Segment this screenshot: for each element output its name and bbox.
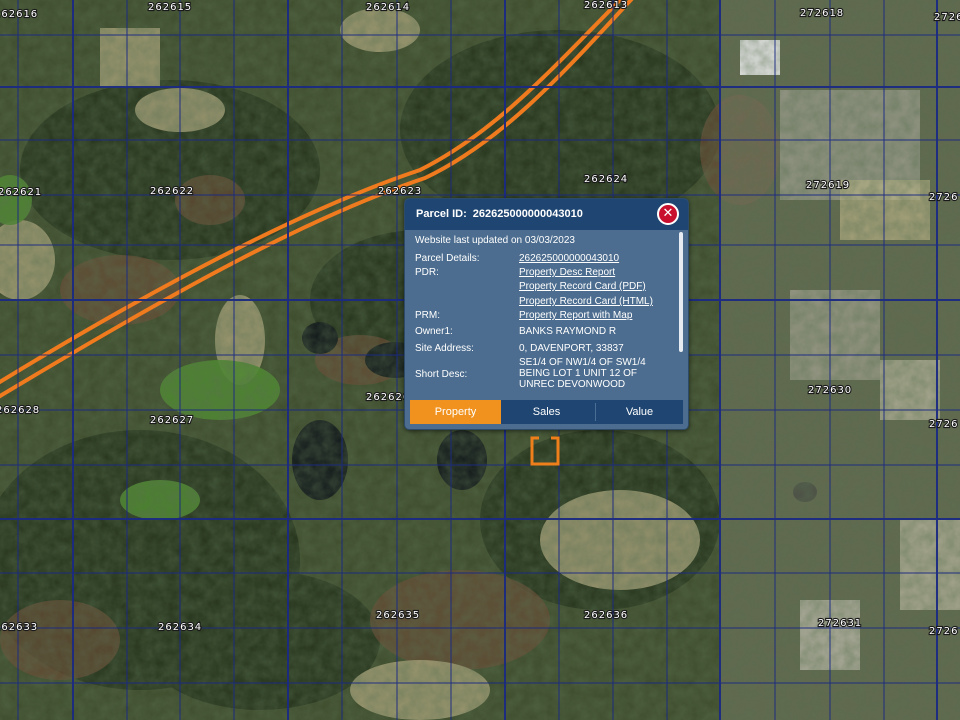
tab-property[interactable]: Property: [410, 400, 501, 424]
property-report-map-link[interactable]: Property Report with Map: [519, 310, 632, 321]
parcel-label: 2726: [929, 192, 958, 203]
popup-scrollbar[interactable]: [679, 232, 683, 352]
parcel-details-link[interactable]: 262625000000043010: [519, 253, 619, 264]
prm-label: PRM:: [415, 310, 440, 321]
pdr-label: PDR:: [415, 267, 439, 278]
parcel-label: 262616: [0, 9, 38, 20]
owner-value: BANKS RAYMOND R: [519, 326, 617, 337]
parcel-label: 262633: [0, 622, 38, 633]
short-desc-label: Short Desc:: [415, 369, 468, 380]
popup-tabs: Property Sales Value: [410, 400, 683, 424]
parcel-label: 262628: [0, 405, 40, 416]
popup-title-prefix: Parcel ID:: [416, 208, 467, 220]
last-updated-text: Website last updated on 03/03/2023: [415, 235, 575, 246]
owner-label: Owner1:: [415, 326, 453, 337]
parcel-label: 262623: [378, 186, 422, 197]
parcel-label: 272618: [800, 8, 844, 19]
close-icon[interactable]: ✕: [657, 203, 679, 225]
site-address-label: Site Address:: [415, 343, 474, 354]
parcel-label: 262622: [150, 186, 194, 197]
parcel-label: 262614: [366, 2, 410, 13]
short-desc-value: SE1/4 OF NW1/4 OF SW1/4 BEING LOT 1 UNIT…: [519, 357, 646, 390]
parcel-label: 262613: [584, 0, 628, 11]
parcel-label: 272619: [806, 180, 850, 191]
short-desc-line: UNREC DEVONWOOD: [519, 379, 626, 390]
short-desc-line: SE1/4 OF NW1/4 OF SW1/4: [519, 357, 646, 368]
parcel-label: 2726: [934, 12, 960, 23]
parcel-popup: Parcel ID: 262625000000043010 ✕ Website l…: [404, 198, 689, 430]
parcel-label: 262621: [0, 187, 42, 198]
property-desc-report-link[interactable]: Property Desc Report: [519, 267, 615, 278]
parcel-label: 262615: [148, 2, 192, 13]
tab-sales[interactable]: Sales: [501, 400, 592, 424]
parcel-id: 262625000000043010: [472, 208, 583, 220]
site-address-value: 0, DAVENPORT, 33837: [519, 343, 624, 354]
short-desc-line: BEING LOT 1 UNIT 12 OF: [519, 368, 637, 379]
parcel-label: 262627: [150, 415, 194, 426]
parcel-selection-marker: [530, 436, 560, 466]
popup-header: Parcel ID: 262625000000043010 ✕: [405, 199, 688, 230]
property-record-card-pdf-link[interactable]: Property Record Card (PDF): [519, 281, 646, 292]
parcel-details-label: Parcel Details:: [415, 253, 480, 264]
parcel-label: 262636: [584, 610, 628, 621]
parcel-label: 2726: [929, 419, 958, 430]
parcel-label: 262634: [158, 622, 202, 633]
parcel-label: 2726: [929, 626, 958, 637]
parcel-label: 262635: [376, 610, 420, 621]
parcel-label: 272631: [818, 618, 862, 629]
tab-value[interactable]: Value: [596, 400, 683, 424]
popup-title: Parcel ID: 262625000000043010: [416, 208, 583, 220]
parcel-label: 262624: [584, 174, 628, 185]
parcel-label: 272630: [808, 385, 852, 396]
property-record-card-html-link[interactable]: Property Record Card (HTML): [519, 296, 653, 307]
popup-body[interactable]: Website last updated on 03/03/2023 Parce…: [405, 230, 688, 398]
